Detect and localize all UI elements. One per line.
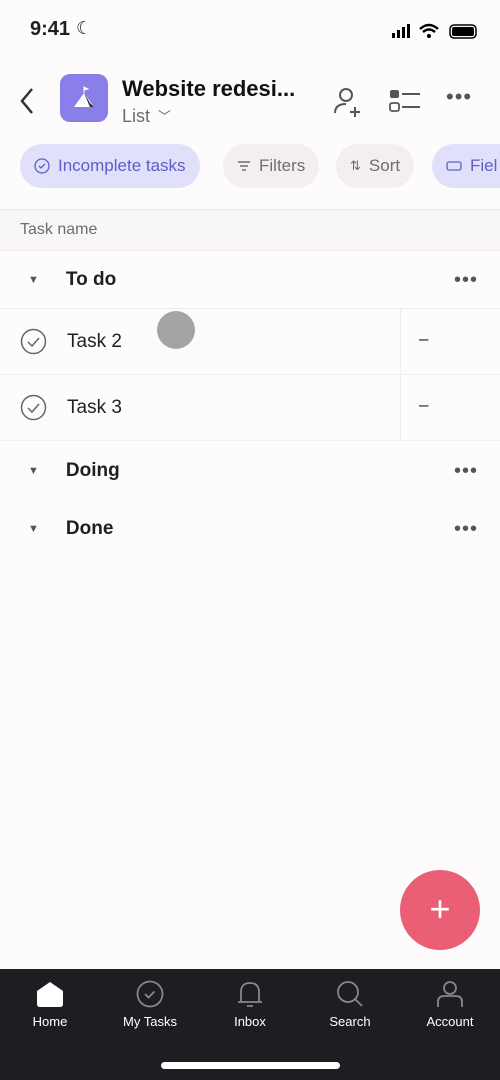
search-icon: [337, 981, 363, 1007]
tab-home[interactable]: Home: [0, 980, 100, 1029]
check-circle-icon: [136, 980, 164, 1008]
list-layout-icon[interactable]: [388, 88, 422, 114]
tab-account[interactable]: Account: [400, 980, 500, 1029]
tab-my-tasks[interactable]: My Tasks: [100, 980, 200, 1029]
home-indicator: [161, 1062, 340, 1069]
fields-icon: [446, 161, 462, 171]
chip-label: Filters: [259, 156, 306, 175]
header: Website redesi... List ﹀ •••: [0, 60, 500, 140]
filter-icon: [238, 161, 250, 171]
section-more-icon[interactable]: •••: [454, 518, 478, 541]
add-member-icon[interactable]: [332, 86, 364, 118]
column-header: Task name: [0, 209, 500, 251]
tab-label: Home: [32, 1014, 68, 1029]
chip-label: Sort: [368, 156, 401, 175]
tab-search[interactable]: Search: [300, 980, 400, 1029]
chip-label: Incomplete tasks: [58, 156, 186, 175]
fields-chip[interactable]: Fiel: [432, 144, 500, 188]
check-circle-icon: [34, 158, 50, 174]
complete-task-checkbox[interactable]: [20, 394, 47, 421]
task-row[interactable]: Task 3 –: [0, 375, 500, 441]
project-title: Website redesi...: [122, 76, 296, 101]
view-dropdown[interactable]: List ﹀: [122, 106, 171, 128]
section-more-icon[interactable]: •••: [454, 269, 478, 292]
touch-indicator: [157, 311, 195, 349]
tab-label: Inbox: [234, 1014, 266, 1029]
section-name: Done: [65, 518, 114, 539]
sort-chip[interactable]: ⇅ Sort: [336, 144, 415, 188]
tab-label: Account: [426, 1014, 474, 1029]
section-more-icon[interactable]: •••: [454, 460, 478, 483]
status-bar: 9:41 ☾: [0, 0, 500, 60]
bell-icon: [238, 982, 262, 1007]
add-task-button[interactable]: +: [400, 870, 480, 950]
status-icons: [392, 23, 477, 39]
task-field-value[interactable]: –: [400, 309, 500, 374]
chevron-down-icon: ﹀: [158, 109, 172, 124]
back-icon[interactable]: [18, 86, 38, 116]
section-name: To do: [65, 269, 117, 290]
tab-label: Search: [329, 1014, 371, 1029]
chip-label: Fiel: [470, 156, 498, 175]
task-name: Task 2: [67, 330, 122, 352]
tab-label: My Tasks: [123, 1014, 177, 1029]
caret-down-icon[interactable]: ▼: [28, 274, 39, 286]
project-icon: [60, 74, 108, 122]
person-icon: [437, 981, 463, 1007]
section-header[interactable]: ▼ To do •••: [0, 252, 500, 308]
task-field-value[interactable]: –: [400, 375, 500, 440]
section-header[interactable]: ▼ Done •••: [0, 500, 500, 558]
tab-inbox[interactable]: Inbox: [200, 980, 300, 1029]
column-task-name: Task name: [20, 221, 98, 238]
complete-task-checkbox[interactable]: [20, 328, 47, 355]
plus-icon: +: [429, 888, 451, 929]
caret-down-icon[interactable]: ▼: [28, 465, 39, 477]
home-icon: [37, 982, 63, 1007]
task-name: Task 3: [67, 396, 122, 418]
moon-icon: ☾: [76, 18, 93, 38]
status-time: 9:41: [30, 18, 71, 40]
filters-chip[interactable]: Filters: [223, 144, 320, 188]
more-options-icon[interactable]: •••: [446, 84, 472, 110]
section-name: Doing: [65, 460, 120, 481]
incomplete-tasks-chip[interactable]: Incomplete tasks: [20, 144, 200, 188]
view-label: List: [122, 106, 151, 126]
caret-down-icon[interactable]: ▼: [28, 523, 39, 535]
task-row[interactable]: Task 2 –: [0, 308, 500, 375]
section-header[interactable]: ▼ Doing •••: [0, 442, 500, 500]
sort-icon: ⇅: [350, 158, 361, 173]
